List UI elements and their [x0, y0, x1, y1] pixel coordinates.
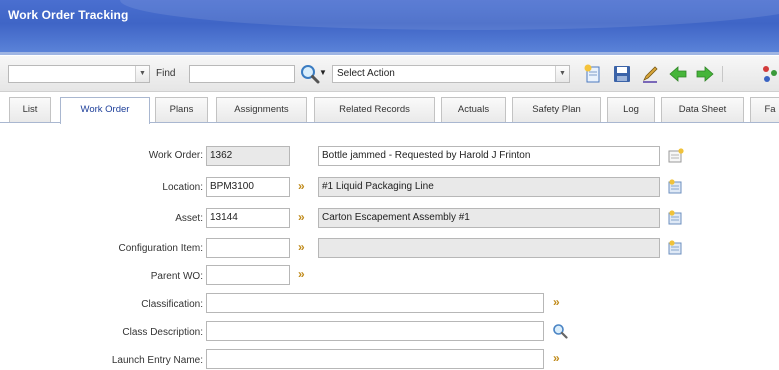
classification-label: Classification:: [141, 299, 203, 310]
asset-field[interactable]: 13144: [206, 208, 290, 228]
tab-actuals[interactable]: Actuals: [441, 97, 506, 122]
tab-bar: List Work Order Plans Assignments Relate…: [0, 97, 779, 124]
edit-pencil-icon[interactable]: [640, 64, 660, 84]
long-description-icon[interactable]: [668, 148, 684, 164]
toolbar-separator: [722, 66, 723, 82]
tab-related-records[interactable]: Related Records: [314, 97, 435, 122]
tab-safety-plan[interactable]: Safety Plan: [512, 97, 601, 122]
previous-arrow-icon[interactable]: [668, 64, 688, 84]
parent-wo-field[interactable]: [206, 265, 290, 285]
detail-menu-chevron-icon[interactable]: »: [298, 267, 304, 281]
chevron-down-icon[interactable]: ▼: [555, 66, 569, 82]
tab-failure[interactable]: Fa: [750, 97, 779, 122]
workflow-icon[interactable]: [760, 64, 779, 84]
asset-description-field: Carton Escapement Assembly #1: [318, 208, 660, 228]
app-title: Work Order Tracking: [8, 8, 129, 22]
find-label: Find: [156, 68, 176, 79]
tab-assignments[interactable]: Assignments: [216, 97, 307, 122]
toolbar: ▼ Find ▼ Select Action ▼: [0, 56, 779, 92]
tab-work-order[interactable]: Work Order: [60, 97, 150, 124]
classification-field[interactable]: [206, 293, 544, 313]
location-description-field: #1 Liquid Packaging Line: [318, 177, 660, 197]
detail-menu-chevron-icon[interactable]: »: [298, 210, 304, 224]
query-select[interactable]: ▼: [8, 65, 150, 83]
configuration-long-description-icon[interactable]: [668, 240, 684, 256]
action-menu-arrow-icon[interactable]: ▼: [319, 68, 327, 77]
parent-wo-label: Parent WO:: [150, 271, 203, 282]
select-action-label: Select Action: [337, 68, 395, 79]
work-order-description-field[interactable]: Bottle jammed - Requested by Harold J Fr…: [318, 146, 660, 166]
tab-log[interactable]: Log: [607, 97, 655, 122]
location-field[interactable]: BPM3100: [206, 177, 290, 197]
tab-list[interactable]: List: [9, 97, 51, 122]
app-title-bar: Work Order Tracking: [0, 0, 779, 52]
save-icon[interactable]: [612, 64, 632, 84]
search-icon[interactable]: [552, 323, 568, 339]
class-description-label: Class Description:: [122, 327, 203, 338]
class-description-field[interactable]: [206, 321, 544, 341]
next-arrow-icon[interactable]: [695, 64, 715, 84]
location-label: Location:: [162, 182, 203, 193]
asset-label: Asset:: [175, 213, 203, 224]
detail-menu-chevron-icon[interactable]: »: [553, 351, 559, 365]
configuration-item-description-field: [318, 238, 660, 258]
detail-menu-chevron-icon[interactable]: »: [553, 295, 559, 309]
new-record-icon[interactable]: [583, 64, 603, 84]
title-decoration: [120, 0, 779, 30]
asset-long-description-icon[interactable]: [668, 210, 684, 226]
launch-entry-name-label: Launch Entry Name:: [111, 355, 203, 366]
location-long-description-icon[interactable]: [668, 179, 684, 195]
search-icon[interactable]: [300, 64, 320, 84]
detail-menu-chevron-icon[interactable]: »: [298, 240, 304, 254]
tab-data-sheet[interactable]: Data Sheet: [661, 97, 744, 122]
detail-menu-chevron-icon[interactable]: »: [298, 179, 304, 193]
configuration-item-label: Configuration Item:: [118, 243, 204, 254]
title-underline: [0, 52, 779, 55]
launch-entry-name-field[interactable]: [206, 349, 544, 369]
chevron-down-icon[interactable]: ▼: [135, 66, 149, 82]
work-order-field: 1362: [206, 146, 290, 166]
configuration-item-field[interactable]: [206, 238, 290, 258]
find-input[interactable]: [189, 65, 295, 83]
select-action-dropdown[interactable]: Select Action ▼: [332, 65, 570, 83]
tab-plans[interactable]: Plans: [155, 97, 208, 122]
work-order-label: Work Order:: [148, 150, 203, 161]
